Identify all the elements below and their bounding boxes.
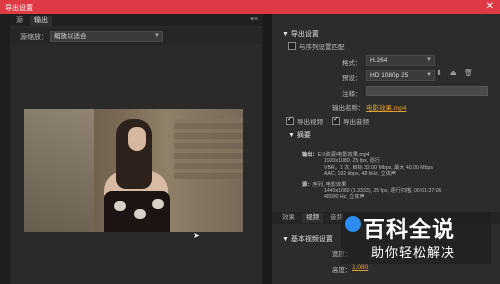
title-bar: 导出设置 ✕ — [0, 0, 500, 14]
close-icon[interactable]: ✕ — [486, 1, 494, 12]
mouse-cursor-icon: ➤ — [193, 231, 200, 240]
export-audio-checkbox[interactable]: 导出音频 — [332, 115, 369, 126]
source-scaling-dropdown[interactable]: 缩放以适合 ▼ — [50, 31, 163, 42]
export-settings-header[interactable]: ▼ 导出设置 — [282, 29, 319, 39]
summary-block: 输出：E:\\资源\电影效果.mp4 1920x1080, 25 fps, 逐行… — [302, 152, 492, 201]
summary-source-line: 序列, 电影效果 — [312, 181, 347, 188]
preview-tabbar: 源 输出 ▾≡ — [10, 14, 262, 26]
chevron-down-icon: ▼ — [426, 72, 432, 78]
export-video-checkbox[interactable]: 导出视频 — [286, 115, 323, 126]
format-value: H.264 — [370, 57, 388, 64]
source-scaling-value: 缩放以适合 — [54, 33, 87, 40]
save-preset-icon[interactable]: ⬇ — [436, 69, 442, 77]
source-scaling-row: 源缩放： 缩放以适合 ▼ — [10, 28, 262, 44]
summary-source-line: 48000 Hz, 立体声 — [324, 194, 365, 201]
tab-video[interactable]: 视频 — [302, 213, 323, 223]
collapse-triangle-icon: ▼ — [282, 31, 291, 38]
watermark-logo-icon — [345, 216, 361, 232]
comment-label: 注释： — [342, 91, 362, 98]
watermark: 百科全说 助你轻松解决 — [341, 212, 491, 264]
preview-dress-bow — [152, 199, 164, 209]
checkbox[interactable] — [332, 115, 340, 126]
tab-effects[interactable]: 效果 — [278, 213, 299, 223]
preview-dress-bow — [114, 201, 126, 211]
summary-source-label: 源： — [302, 181, 313, 188]
preview-background-window — [24, 109, 94, 232]
video-preview — [24, 109, 243, 232]
panel-divider[interactable] — [263, 14, 272, 284]
chevron-down-icon: ▼ — [154, 33, 160, 39]
tab-output[interactable]: 输出 — [30, 16, 52, 26]
watermark-title: 百科全说 — [363, 217, 456, 242]
output-name-link[interactable]: 电影效果.mp4 — [366, 102, 406, 112]
window-title: 导出设置 — [5, 5, 33, 12]
summary-header[interactable]: ▼ 摘要 — [288, 130, 311, 140]
preview-background-shelf — [174, 119, 243, 179]
height-value[interactable]: 1,080 — [352, 264, 368, 271]
watermark-subtitle: 助你轻松解决 — [371, 245, 456, 260]
format-dropdown[interactable]: H.264 ▼ — [366, 55, 435, 66]
summary-output-line: AAC, 192 kbps, 48 kHz, 立体声 — [324, 171, 397, 178]
preset-label: 预设： — [342, 75, 362, 82]
collapse-triangle-icon: ▼ — [288, 132, 297, 139]
basic-video-settings-header[interactable]: ▼ 基本视频设置 — [282, 234, 333, 244]
preview-figure-face — [128, 127, 146, 151]
checkbox[interactable] — [288, 42, 296, 51]
preset-dropdown[interactable]: HD 1080p 25 ▼ — [366, 70, 435, 81]
comment-input[interactable] — [366, 86, 488, 96]
output-name-label: 输出名称： — [332, 105, 365, 112]
source-scaling-label: 源缩放： — [20, 34, 48, 41]
import-preset-icon[interactable]: ⏏ — [450, 69, 457, 77]
checkbox[interactable] — [286, 115, 294, 126]
chevron-down-icon: ▼ — [426, 57, 432, 63]
height-label: 高度： — [332, 267, 352, 274]
preset-value: HD 1080p 25 — [370, 72, 409, 79]
preview-panel: 源 输出 ▾≡ 源缩放： 缩放以适合 ▼ ➤ — [10, 14, 262, 284]
tab-source[interactable]: 源 — [12, 16, 27, 26]
match-sequence-checkbox[interactable]: 与序列设置匹配 — [288, 41, 345, 51]
format-label: 格式： — [342, 60, 362, 67]
summary-output-label: 输出： — [302, 152, 318, 158]
preview-dress-bow — [134, 209, 146, 219]
delete-preset-icon[interactable]: 🗑 — [464, 69, 473, 77]
collapse-triangle-icon: ▼ — [282, 236, 291, 243]
panel-menu-icon[interactable]: ▾≡ — [250, 15, 258, 23]
